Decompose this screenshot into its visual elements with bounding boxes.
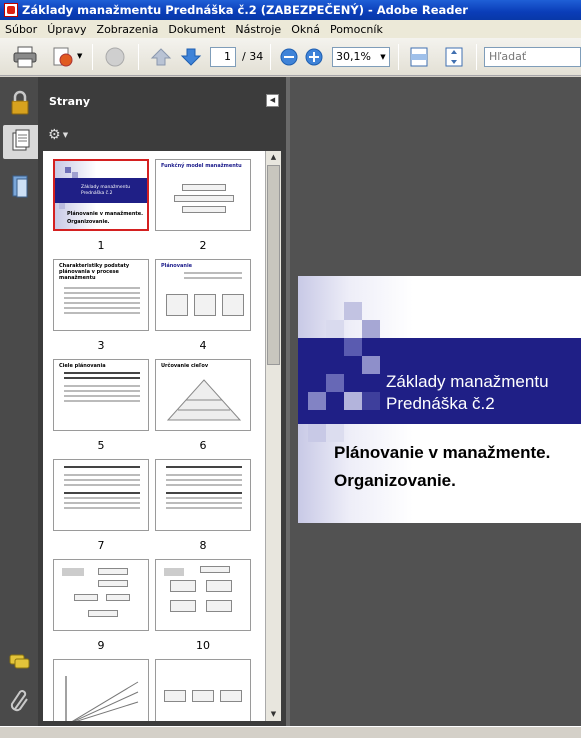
thumbnail-page-number: 3 (97, 339, 105, 352)
attachments-icon[interactable] (3, 685, 35, 719)
comments-icon[interactable] (3, 647, 35, 681)
scroll-up-icon[interactable]: ▲ (266, 151, 281, 164)
page-total: / 34 (242, 50, 264, 63)
slide-subtitle-line2: Organizovanie. (334, 471, 456, 490)
thumbnail-page-number: 5 (97, 439, 105, 452)
options-gear-icon[interactable]: ⚙ ▼ (48, 127, 78, 145)
pages-panel: Strany ◀ ⚙ ▼ Základy manažmentu Prednáška… (38, 77, 286, 726)
thumbnail-page-8[interactable] (155, 459, 251, 531)
window-title: Základy manažmentu Prednáška č.2 (ZABEZP… (22, 3, 468, 17)
menu-upravy[interactable]: Úpravy (42, 23, 91, 36)
toolbar: ▼ 1 / 34 30,1% ▼ Hľadať (0, 38, 581, 76)
next-page-icon[interactable] (180, 46, 202, 68)
zoom-out-icon[interactable] (280, 48, 298, 66)
thumbnail-title: Určovanie cieľov (161, 363, 209, 369)
thumbnail-page-7[interactable] (53, 459, 149, 531)
fit-page-icon[interactable] (443, 46, 465, 68)
bookmarks-icon[interactable] (3, 171, 35, 205)
thumbnail-title: Ciele plánovania (59, 363, 106, 369)
pages-panel-button[interactable] (3, 125, 38, 159)
fit-width-icon[interactable] (408, 46, 430, 68)
thumbnail-page-5[interactable]: Ciele plánovania (53, 359, 149, 431)
thumbnail-list: Základy manažmentu Prednáška č.2 Plánovan… (43, 151, 265, 721)
menu-dokument[interactable]: Dokument (163, 23, 230, 36)
pages-panel-header: Strany ◀ (38, 77, 286, 121)
slide-subtitle-line1: Plánovanie v manažmente. (334, 443, 551, 462)
collaborate-icon[interactable] (102, 46, 128, 68)
zoom-value: 30,1% (336, 50, 371, 63)
thumbnail-page-number: 1 (97, 239, 105, 252)
security-lock-icon[interactable] (3, 87, 35, 121)
thumbnail-page-3[interactable]: Charakteristiky podstaty plánovania v pr… (53, 259, 149, 331)
thumbnail-page-4[interactable]: Plánovanie (155, 259, 251, 331)
thumbnail-page-number: 4 (199, 339, 207, 352)
thumbnail-page-9[interactable] (53, 559, 149, 631)
menu-okna[interactable]: Okná (286, 23, 325, 36)
pages-panel-title: Strany (49, 95, 91, 108)
thumbnail-page-number: 8 (199, 539, 207, 552)
thumbnail-page-number: 6 (199, 439, 207, 452)
thumbnail-page-number: 9 (97, 639, 105, 652)
menu-pomocnik[interactable]: Pomocník (325, 23, 388, 36)
zoom-select[interactable]: 30,1% ▼ (332, 47, 390, 67)
thumbnail-page-6[interactable]: Určovanie cieľov (155, 359, 251, 431)
page-number-input[interactable]: 1 (210, 47, 236, 67)
slide-page-1: Základy manažmentu Prednáška č.2 Plánova… (298, 276, 581, 523)
document-view[interactable]: Základy manažmentu Prednáška č.2 Plánova… (286, 77, 581, 726)
email-dropdown-icon[interactable]: ▼ (77, 52, 82, 60)
navigation-strip (0, 77, 38, 726)
zoom-in-icon[interactable] (305, 48, 323, 66)
thumbnail-title: Funkčný model manažmentu (161, 163, 242, 169)
slide-title-line1: Základy manažmentu (386, 372, 549, 391)
menu-zobrazenia[interactable]: Zobrazenia (92, 23, 164, 36)
thumbnail-page-1[interactable]: Základy manažmentu Prednáška č.2 Plánovan… (53, 159, 149, 231)
thumbnail-title: Charakteristiky podstaty plánovania v pr… (59, 263, 130, 281)
slide-title-line2: Prednáška č.2 (386, 394, 495, 413)
previous-page-icon[interactable] (150, 46, 172, 68)
collapse-panel-icon[interactable]: ◀ (266, 94, 279, 107)
status-bar (0, 726, 581, 738)
thumbnail-page-11[interactable] (53, 659, 149, 721)
title-bar: Základy manažmentu Prednáška č.2 (ZABEZP… (0, 0, 581, 20)
search-input[interactable]: Hľadať (484, 47, 581, 67)
scroll-down-icon[interactable]: ▼ (266, 708, 281, 721)
scroll-thumb[interactable] (267, 165, 280, 365)
thumbnail-page-number: 10 (196, 639, 210, 652)
print-icon[interactable] (12, 46, 38, 68)
menu-nastroje[interactable]: Nástroje (230, 23, 286, 36)
thumbnail-page-12[interactable] (155, 659, 251, 721)
thumbnail-page-10[interactable] (155, 559, 251, 631)
adobe-reader-icon (4, 3, 18, 17)
thumbnail-page-number: 2 (199, 239, 207, 252)
thumbnail-scrollbar[interactable]: ▲ ▼ (265, 151, 281, 721)
thumbnail-title: Plánovanie (161, 263, 193, 269)
thumbnail-page-number: 7 (97, 539, 105, 552)
menu-bar: Súbor Úpravy Zobrazenia Dokument Nástroj… (0, 20, 581, 38)
menu-subor[interactable]: Súbor (0, 23, 42, 36)
email-icon[interactable] (50, 46, 74, 68)
thumbnail-page-2[interactable]: Funkčný model manažmentu (155, 159, 251, 231)
zoom-dropdown-icon[interactable]: ▼ (377, 48, 389, 66)
pages-icon (12, 129, 30, 151)
